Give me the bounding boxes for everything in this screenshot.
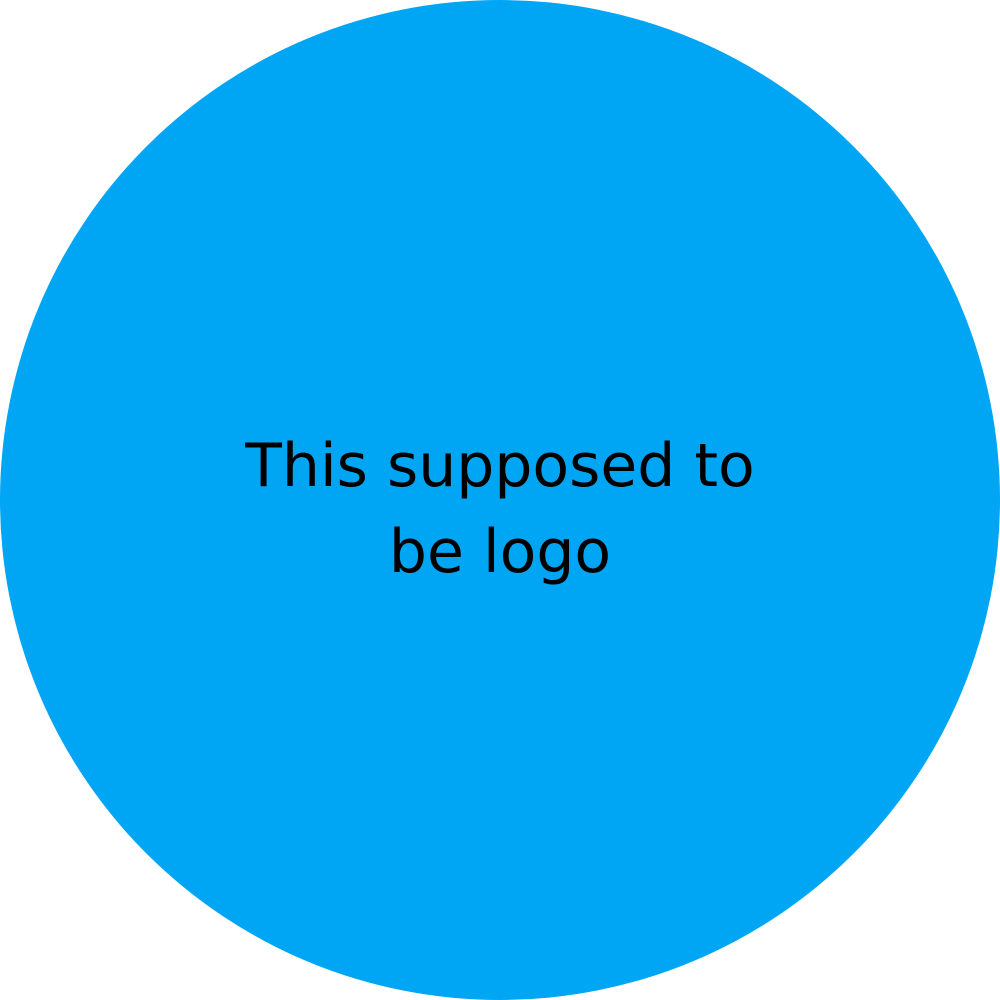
logo-placeholder-text: This supposed to be logo — [240, 423, 760, 595]
canvas: This supposed to be logo — [0, 0, 1000, 1000]
logo-text-line-2: be logo — [388, 517, 612, 587]
logo-text-line-1: This supposed to — [245, 431, 755, 501]
logo-circle: This supposed to be logo — [0, 0, 1000, 1000]
